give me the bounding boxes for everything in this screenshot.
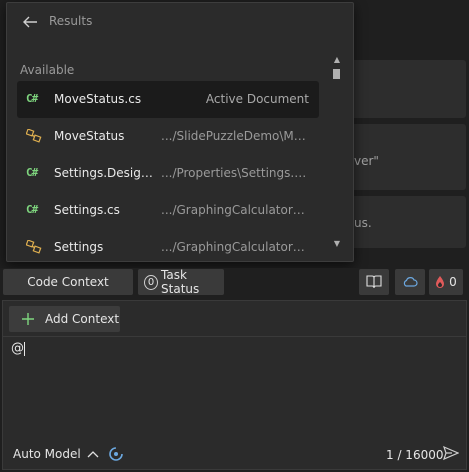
background-card: ver" [338, 124, 466, 190]
item-path: .../GraphingCalculatorDe... [161, 240, 309, 254]
item-name: MoveStatus.cs [54, 92, 142, 106]
csharp-file-icon: C# [26, 92, 38, 105]
background-card [338, 60, 466, 118]
add-context-label: Add Context [45, 312, 120, 326]
item-path: Active Document [205, 92, 309, 106]
list-item[interactable]: Settings .../GraphingCalculatorDe... [17, 229, 319, 266]
csharp-file-icon: C# [26, 166, 38, 179]
list-item[interactable]: C# Settings.Designe... .../Properties\Se… [17, 155, 319, 192]
item-path: .../Properties\Settings.Desi... [161, 166, 309, 180]
cloud-button[interactable] [395, 269, 425, 295]
background-card: us. [338, 196, 466, 248]
plus-icon [22, 313, 34, 325]
task-count-badge: 0 [144, 274, 159, 290]
code-context-label: Code Context [27, 275, 109, 289]
class-icon [26, 240, 44, 254]
send-icon[interactable] [443, 445, 459, 461]
book-button[interactable] [359, 269, 389, 295]
text-caret [24, 341, 25, 356]
chevron-up-icon [87, 451, 99, 458]
item-path: .../GraphingCalculatorDe... [161, 203, 309, 217]
background-card-text: us. [354, 216, 372, 230]
book-icon [366, 275, 382, 289]
item-name: Settings.cs [54, 203, 120, 217]
flame-icon [436, 276, 445, 288]
sync-icon[interactable] [107, 445, 125, 463]
chat-composer: Add Context @ Auto Model 1 / 16000 [2, 300, 467, 470]
class-icon [26, 129, 44, 143]
code-context-button[interactable]: Code Context [3, 269, 133, 295]
scroll-down-icon[interactable]: ▼ [332, 239, 342, 249]
prompt-input[interactable]: @ [11, 341, 25, 356]
item-name: MoveStatus [54, 129, 125, 143]
scroll-up-icon[interactable]: ▲ [332, 55, 342, 65]
back-arrow-icon[interactable] [21, 13, 39, 31]
results-popup: Results Available C# MoveStatus.cs Activ… [6, 2, 354, 262]
list-item[interactable]: C# Settings.cs .../GraphingCalculatorDe.… [17, 192, 319, 229]
list-item[interactable]: C# MoveStatus.cs Active Document [17, 81, 319, 118]
add-context-button[interactable]: Add Context [9, 306, 120, 332]
task-status-button[interactable]: 0 Task Status [138, 268, 224, 296]
model-selector[interactable]: Auto Model [13, 447, 99, 461]
cloud-icon [403, 277, 418, 287]
task-status-label: Task Status [161, 268, 200, 296]
results-list: C# MoveStatus.cs Active Document MoveSta… [17, 81, 319, 266]
scroll-thumb[interactable] [333, 69, 340, 79]
model-label: Auto Model [13, 447, 81, 461]
prompt-text: @ [11, 341, 24, 356]
character-counter: 1 / 16000 [386, 448, 444, 462]
item-path: .../SlidePuzzleDemo\Move... [161, 129, 309, 143]
popup-header: Results [7, 3, 353, 41]
popup-title: Results [49, 14, 93, 28]
flame-button[interactable]: 0 [429, 269, 463, 295]
item-name: Settings [54, 240, 104, 254]
background-card-text: ver" [354, 154, 379, 168]
list-item[interactable]: MoveStatus .../SlidePuzzleDemo\Move... [17, 118, 319, 155]
section-label-available: Available [20, 63, 75, 77]
context-bar: Add Context [3, 301, 466, 337]
flame-count: 0 [449, 275, 457, 289]
results-scrollbar[interactable]: ▲ ▼ [330, 53, 344, 253]
item-name: Settings.Designe... [54, 166, 158, 180]
csharp-file-icon: C# [26, 203, 38, 216]
context-toolbar: Code Context 0 Task Status 0 [0, 268, 469, 298]
